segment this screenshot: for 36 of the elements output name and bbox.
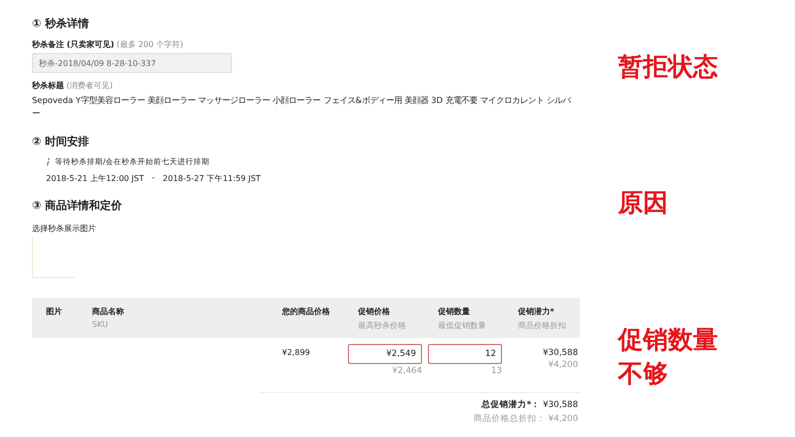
start-date: 2018-5-21 上午12:00 JST	[46, 173, 144, 184]
deal-price-field[interactable]: ¥2,549	[348, 344, 422, 364]
column-title: 商品名称	[92, 306, 125, 317]
date-separator: -	[152, 173, 155, 184]
section-heading: ② 时间安排	[32, 134, 90, 149]
total-label: 总促销潜力*：	[482, 400, 540, 410]
image-slot[interactable]	[32, 237, 75, 278]
table-cell: 13	[491, 366, 502, 376]
column-subtitle: SKU	[92, 320, 109, 329]
column-title: 您的商品价格	[282, 306, 331, 317]
deal-title-text: Sepoveda Y字型美容ローラー 美顔ローラー マッサージローラー 小顔ローラー フェイス&ボディー用 美顔器 3D 充電不要 マイクロカレント シルバー	[32, 94, 572, 120]
annotation-text: 原因	[618, 187, 669, 219]
field-label: 秒杀标题 (消费者可见)	[32, 80, 114, 91]
column-subtitle: 商品价格折扣	[518, 320, 567, 331]
column-title: 促销数量	[438, 306, 471, 317]
section-heading: ③ 商品详情和定价	[32, 198, 124, 213]
table-cell: ¥4,200	[548, 360, 578, 370]
info-icon	[46, 158, 50, 166]
annotation-text: 促销数量不够	[618, 324, 719, 390]
annotation-text: 暂拒状态	[618, 51, 719, 83]
column-title: 促销潜力*	[518, 306, 556, 317]
total-value: ¥4,200	[548, 414, 578, 424]
total-value: ¥30,588	[542, 400, 578, 410]
column-title: 促销价格	[358, 306, 391, 317]
column-subtitle: 最高秒杀价格	[358, 320, 407, 331]
field-label: 选择秒杀展示图片	[32, 223, 97, 234]
end-date: 2018-5-27 下午11:59 JST	[162, 173, 261, 184]
table-cell: ¥2,899	[282, 348, 310, 357]
field-label: 秒杀备注 (只卖家可见) (最多 200 个字符)	[32, 39, 184, 50]
section-heading: ① 秒杀详情	[32, 16, 90, 31]
table-cell: ¥2,464	[392, 366, 422, 376]
column-subtitle: 最低促销数量	[438, 320, 487, 331]
table-cell: ¥30,588	[542, 348, 578, 358]
column-title: 图片	[46, 306, 63, 317]
quantity-field[interactable]: 12	[428, 344, 502, 364]
total-label: 商品价格总折扣：	[474, 414, 546, 424]
